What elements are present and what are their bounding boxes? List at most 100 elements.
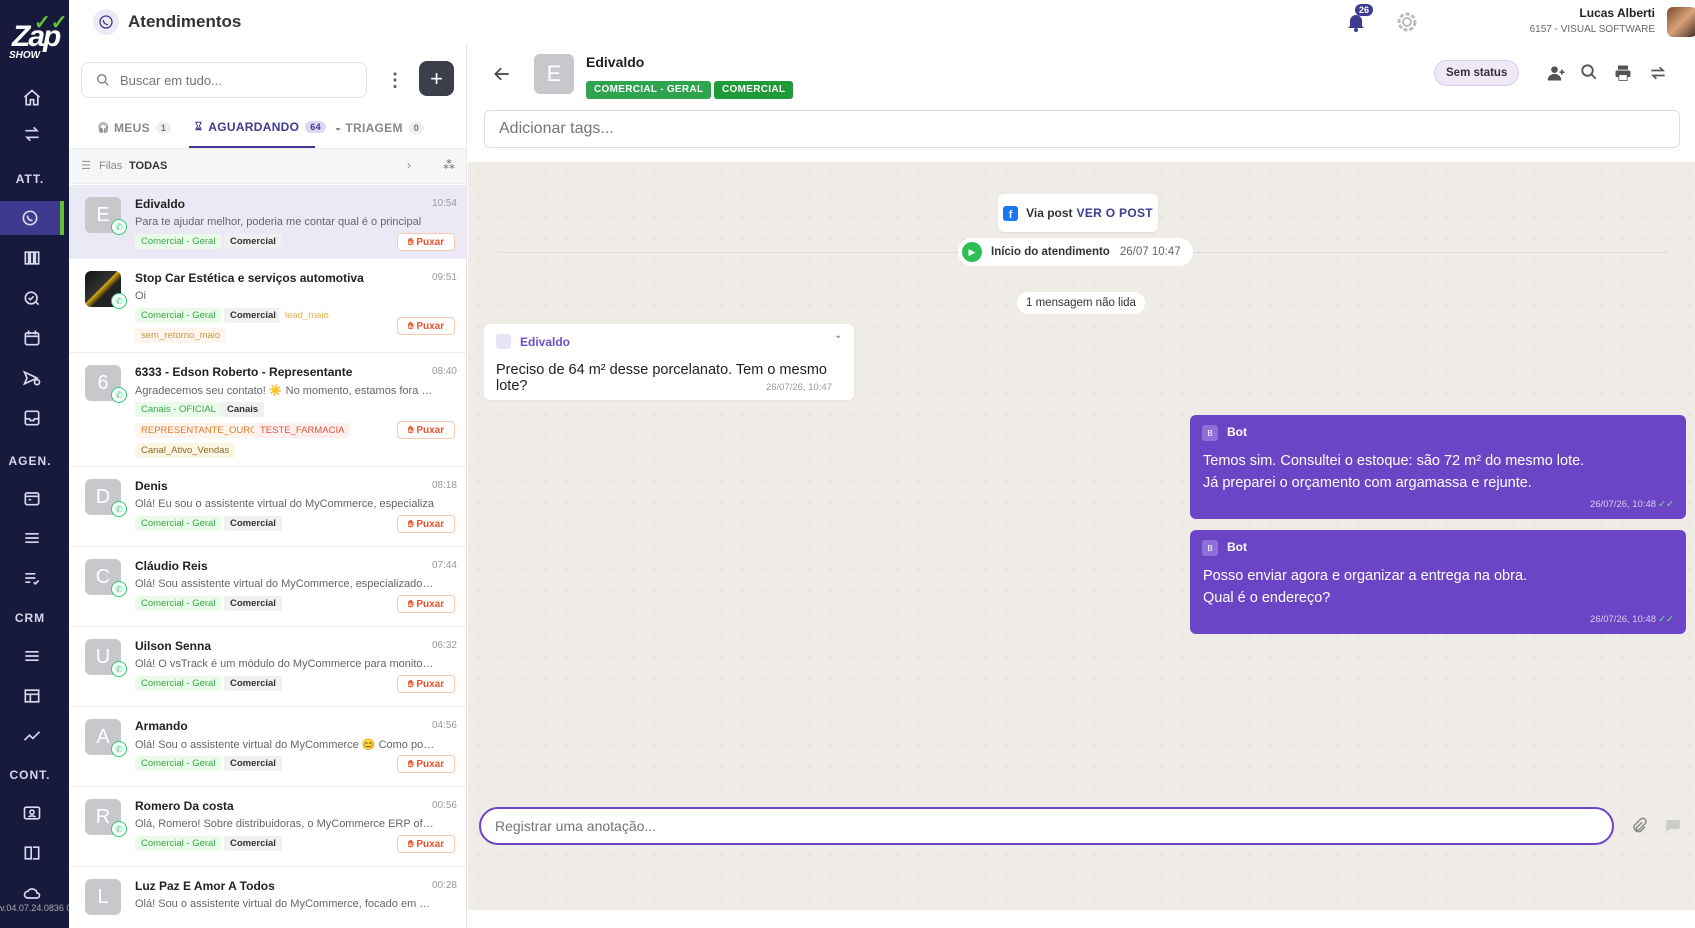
transfer-icon[interactable] bbox=[0, 117, 64, 151]
filter-label: Filas bbox=[99, 160, 123, 172]
sidebar-section-att: ATT. bbox=[15, 172, 45, 186]
chat-bubble-icon[interactable] bbox=[1664, 817, 1682, 835]
home-icon[interactable] bbox=[0, 81, 64, 115]
chevron-right-icon[interactable]: › bbox=[407, 158, 411, 172]
conversation-item[interactable]: ✆ Stop Car Estética e serviços automotiv… bbox=[69, 259, 466, 353]
agenda-calendar-icon[interactable] bbox=[0, 481, 64, 515]
department-tag: COMERCIAL bbox=[714, 81, 794, 99]
book-icon[interactable] bbox=[0, 836, 64, 870]
tab-triagem[interactable]: ◒ TRIAGEM 0 bbox=[335, 108, 425, 148]
conversation-item[interactable]: E ✆ Edivaldo 10:54 Para te ajudar melhor… bbox=[69, 185, 466, 259]
contact-avatar[interactable]: E bbox=[534, 54, 574, 94]
sidebar-item-whatsapp[interactable] bbox=[0, 201, 64, 235]
list-icon[interactable] bbox=[0, 521, 64, 555]
table-icon[interactable] bbox=[0, 679, 64, 713]
gear-icon[interactable] bbox=[1395, 10, 1419, 34]
message-preview: Olá! Eu sou o assistente virtual do MyCo… bbox=[135, 498, 434, 510]
tab-count: 1 bbox=[155, 122, 172, 134]
hand-icon: ✋︎ bbox=[407, 424, 417, 436]
transfer-user-icon[interactable] bbox=[1546, 63, 1568, 83]
add-conversation-button[interactable]: + bbox=[419, 61, 454, 96]
message-time: 26/07/26, 10:48 bbox=[1590, 499, 1657, 510]
pull-button[interactable]: ✋︎ Puxar bbox=[397, 317, 455, 335]
conversation-item[interactable]: A ✆ Armando 04:56 Olá! Sou o assistente … bbox=[69, 707, 466, 787]
tab-label: MEUS bbox=[114, 121, 150, 135]
print-icon[interactable] bbox=[1612, 63, 1634, 83]
queue-tag: Comercial - Geral bbox=[135, 234, 222, 249]
queue-filter[interactable]: ☰ Filas TODAS › ⁂ bbox=[69, 148, 466, 184]
facebook-icon: f bbox=[1003, 205, 1019, 221]
message-time: 09:51 bbox=[431, 272, 457, 283]
contact-name: 6333 - Edson Roberto - Representante bbox=[135, 365, 353, 379]
conversation-item[interactable]: R ✆ Romero Da costa 00:56 Olá, Romero! S… bbox=[69, 787, 466, 867]
app-logo[interactable]: ✓✓ Zap SHOW bbox=[6, 8, 68, 61]
more-options-icon[interactable]: ⋮ bbox=[386, 70, 404, 91]
queue-tag: Comercial - Geral bbox=[135, 516, 222, 531]
view-post-link[interactable]: VER O POST bbox=[1077, 206, 1153, 220]
checklist-icon[interactable] bbox=[0, 561, 64, 595]
inbox-icon[interactable] bbox=[0, 401, 64, 435]
tags-input[interactable] bbox=[499, 120, 1679, 138]
user-avatar[interactable] bbox=[1667, 7, 1695, 37]
label-tag: Canal_Ativo_Vendas bbox=[135, 443, 236, 458]
outgoing-message[interactable]: B Bot Temos sim. Consultei o estoque: sã… bbox=[1190, 415, 1686, 519]
tab-aguardando[interactable]: ⌛︎ AGUARDANDO 64 bbox=[189, 108, 326, 148]
conversation-item[interactable]: L Luz Paz E Amor A Todos 00:28 Olá! Sou … bbox=[69, 867, 466, 928]
outgoing-message[interactable]: B Bot Posso enviar agora e organizar a e… bbox=[1190, 530, 1686, 634]
headset-icon: 🎧︎ bbox=[97, 122, 110, 134]
kanban-icon[interactable] bbox=[0, 241, 64, 275]
pull-button[interactable]: ✋︎ Puxar bbox=[397, 515, 455, 533]
sender-name: Bot bbox=[1227, 540, 1247, 554]
conversation-item[interactable]: 6 ✆ 6333 - Edson Roberto - Representante… bbox=[69, 353, 466, 467]
conversation-item[interactable]: C ✆ Cláudio Reis 07:44 Olá! Sou assisten… bbox=[69, 547, 466, 627]
hand-icon: ✋︎ bbox=[407, 678, 417, 690]
send-schedule-icon[interactable] bbox=[0, 361, 64, 395]
department-tag: Comercial bbox=[224, 836, 282, 851]
conversation-item[interactable]: D ✆ Denis 08:18 Olá! Eu sou o assistente… bbox=[69, 467, 466, 547]
note-input[interactable] bbox=[495, 818, 1612, 834]
pull-button[interactable]: ✋︎ Puxar bbox=[397, 675, 455, 693]
pull-button[interactable]: ✋︎ Puxar bbox=[397, 595, 455, 613]
task-check-icon[interactable] bbox=[0, 281, 64, 315]
swap-icon[interactable] bbox=[1648, 63, 1668, 83]
conversation-item[interactable]: U ✆ Uilson Senna 06:32 Olá! O vsTrack é … bbox=[69, 627, 466, 707]
contact-name[interactable]: Edivaldo bbox=[586, 54, 644, 70]
play-icon: ▶ bbox=[962, 242, 982, 262]
logo-text: Zap bbox=[12, 20, 61, 53]
status-dropdown[interactable]: Sem status bbox=[1434, 60, 1520, 86]
search-icon[interactable] bbox=[1580, 63, 1598, 81]
contact-name: Cláudio Reis bbox=[135, 559, 208, 573]
paperclip-icon[interactable] bbox=[1630, 817, 1648, 835]
sidebar: ✓✓ Zap SHOW ATT. AGEN. CRM CONT. v.04.07… bbox=[0, 0, 69, 928]
calendar-icon[interactable] bbox=[0, 321, 64, 355]
queue-tag: Comercial - Geral bbox=[135, 676, 222, 691]
search-box[interactable] bbox=[81, 62, 367, 98]
back-arrow-icon[interactable] bbox=[492, 64, 512, 84]
chevron-down-icon[interactable]: ⌄ bbox=[834, 330, 842, 341]
search-input[interactable] bbox=[120, 72, 340, 88]
message-time: 10:54 bbox=[431, 198, 457, 209]
pull-button[interactable]: ✋︎ Puxar bbox=[397, 755, 455, 773]
conversation-panel: ⋮ + 🎧︎ MEUS 1 ⌛︎ AGUARDANDO 64 ◒ TRIAGEM… bbox=[69, 44, 467, 928]
whatsapp-badge-icon: ✆ bbox=[111, 661, 127, 677]
queue-tag: Canais - OFICIAL bbox=[135, 402, 222, 417]
tab-meus[interactable]: 🎧︎ MEUS 1 bbox=[97, 108, 172, 148]
pull-button[interactable]: ✋︎ Puxar bbox=[397, 421, 455, 439]
pull-label: Puxar bbox=[416, 838, 445, 850]
pull-button[interactable]: ✋︎ Puxar bbox=[397, 233, 455, 251]
tags-field[interactable] bbox=[484, 110, 1680, 148]
incoming-message[interactable]: Edivaldo ⌄ Preciso de 64 m² desse porcel… bbox=[484, 324, 854, 400]
message-preview: Para te ajudar melhor, poderia me contar… bbox=[135, 216, 422, 228]
chart-line-icon[interactable] bbox=[0, 719, 64, 753]
note-composer[interactable] bbox=[479, 807, 1614, 845]
contacts-icon[interactable] bbox=[0, 796, 64, 830]
message-area[interactable]: f Via post VER O POST ▶ Início do atendi… bbox=[468, 162, 1695, 910]
pull-button[interactable]: ✋︎ Puxar bbox=[397, 835, 455, 853]
pull-label: Puxar bbox=[416, 678, 445, 690]
unread-marker: 1 mensagem não lida bbox=[1017, 292, 1145, 314]
group-icon[interactable]: ⁂ bbox=[443, 158, 455, 172]
crm-list-icon[interactable] bbox=[0, 639, 64, 673]
label-tag: REPRESENTANTE_OURO bbox=[135, 423, 264, 438]
hand-icon: ✋︎ bbox=[407, 518, 417, 530]
whatsapp-badge-icon: ✆ bbox=[111, 387, 127, 403]
